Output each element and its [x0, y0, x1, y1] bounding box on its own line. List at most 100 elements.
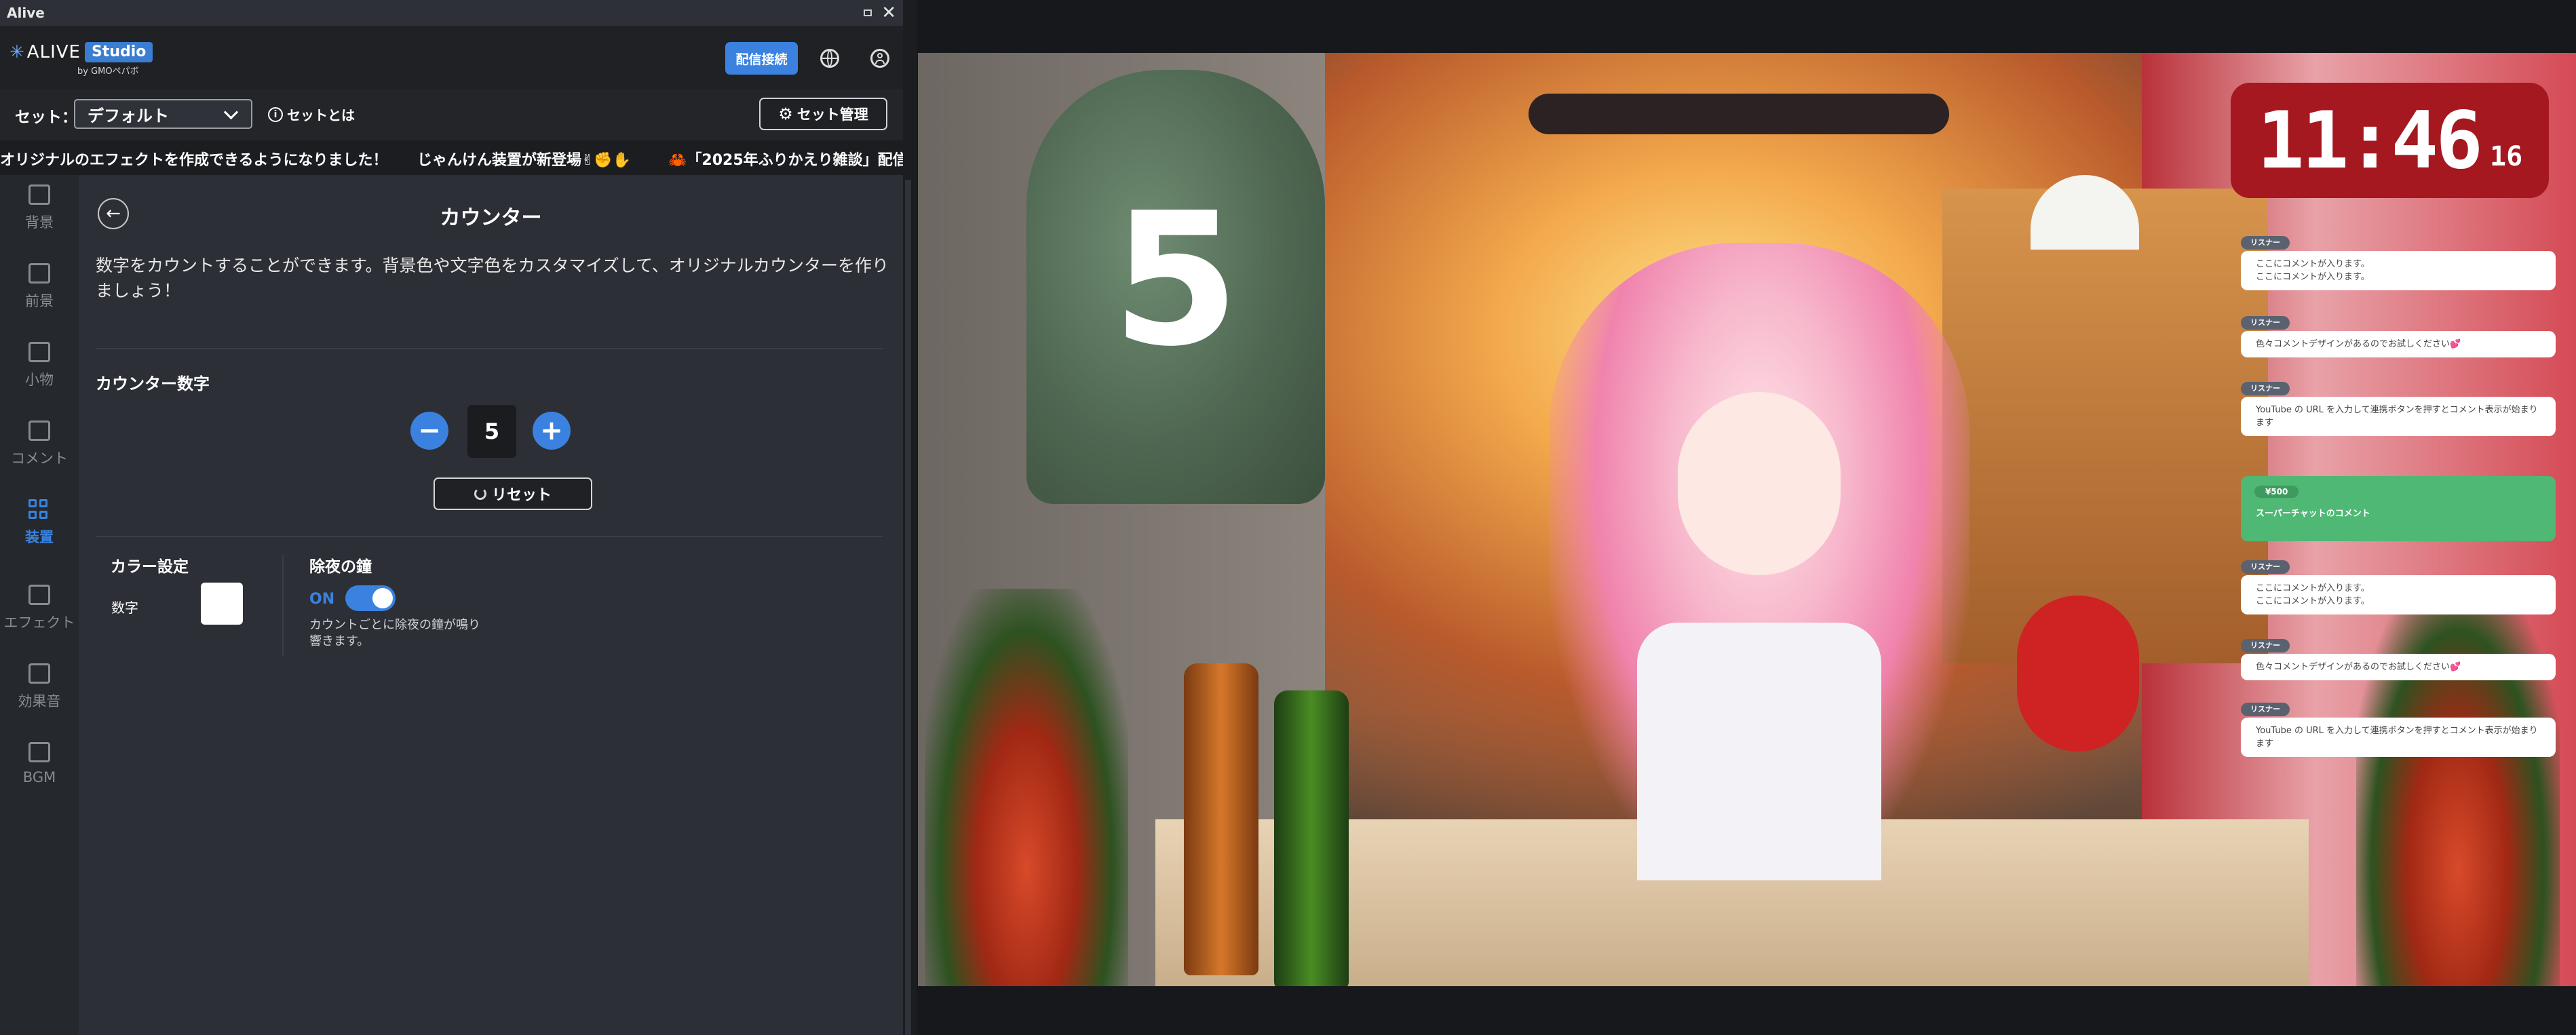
- image-icon: [28, 184, 50, 205]
- sidebar-item-bgm[interactable]: BGM: [0, 733, 79, 800]
- set-manage-button[interactable]: ⚙ セット管理: [759, 98, 887, 130]
- scrollbar[interactable]: [905, 180, 911, 1035]
- sidebar-item-label: エフェクト: [3, 614, 75, 631]
- logo-studio: Studio: [84, 42, 153, 62]
- sidebar-item-label: 装置: [25, 529, 54, 545]
- kadomatsu-decoration: [925, 589, 1128, 986]
- avatar-body: [1637, 623, 1881, 880]
- comment-text: YouTube の URL を入力して連携ボタンを押すとコメント表示が始まります: [2241, 718, 2556, 757]
- app-logo: ✳ ALIVE Studio by GMOペパボ: [9, 42, 153, 77]
- comment-author-tag: リスナー: [2241, 703, 2290, 716]
- stream-preview: 5 11:46 16 リスナー ここにコメントが入ります。 ここにコメントが入り…: [918, 53, 2576, 986]
- panel-divider[interactable]: [903, 0, 917, 1035]
- sidebar-item-sound-effects[interactable]: 効果音: [0, 654, 79, 722]
- digital-clock[interactable]: 11:46 16: [2231, 83, 2549, 198]
- arrow-left-icon: ←: [106, 203, 121, 224]
- sidebar-item-label: BGM: [22, 769, 56, 785]
- decrement-button[interactable]: −: [410, 412, 448, 450]
- avatar-character: [1549, 243, 1969, 880]
- set-select-value: デフォルト: [88, 106, 169, 125]
- comment-author-tag: リスナー: [2241, 236, 2290, 250]
- logo-brand: ALIVE: [26, 42, 81, 62]
- divider: [96, 536, 883, 537]
- superchat-amount: ¥500: [2254, 486, 2299, 498]
- restore-window-icon[interactable]: [864, 9, 872, 16]
- avatar-face: [1678, 392, 1841, 575]
- scene-folding-screen: [1942, 189, 2268, 663]
- sake-bottle: [1274, 690, 1349, 986]
- set-bar: セット： デフォルト i セットとは ⚙ セット管理: [0, 89, 903, 140]
- ticker-item[interactable]: 🦀「2025年ふりかえり雑談」配信で: [668, 148, 903, 170]
- gear-icon: ⚙: [778, 104, 793, 123]
- effect-icon: [28, 585, 50, 605]
- ticker-item[interactable]: じゃんけん装置が新登場✌✊✋: [417, 148, 631, 170]
- sidebar-item-comments[interactable]: コメント: [0, 411, 79, 479]
- comment-author-tag: リスナー: [2241, 560, 2290, 574]
- comment-text: 色々コメントデザインがあるのでお試しください💕: [2241, 654, 2556, 680]
- comment-icon: [28, 421, 50, 441]
- bell-toggle-state: ON: [309, 591, 335, 608]
- counter-description: 数字をカウントすることができます。背景色や文字色をカスタマイズして、オリジナルカ…: [96, 256, 889, 300]
- reset-button[interactable]: リセット: [434, 477, 592, 510]
- set-label: セット：: [15, 109, 77, 126]
- page-title: カウンター: [440, 206, 542, 230]
- news-ticker[interactable]: オリジナルのエフェクトを作成できるようになりました！ じゃんけん装置が新登場✌✊…: [0, 140, 903, 175]
- sidebar-item-label: 効果音: [18, 693, 61, 709]
- bell-toggle-switch[interactable]: [345, 585, 396, 611]
- logo-by: by GMOペパボ: [77, 66, 139, 77]
- widgets-icon: [28, 499, 50, 520]
- category-sidebar: 背景 前景 小物 コメント 装置 エフェクト 効果音 BGM: [0, 175, 79, 1035]
- counter-settings-panel: カウンター ← 数字をカウントすることができます。背景色や文字色をカスタマイズし…: [79, 175, 903, 1035]
- set-info-label: セットとは: [287, 107, 355, 123]
- stream-connect-button[interactable]: 配信接続: [725, 42, 798, 75]
- sidebar-item-label: 小物: [25, 372, 54, 388]
- bell-setting-title: 除夜の鐘: [309, 558, 372, 576]
- scene-ceiling-fan: [1529, 94, 1949, 134]
- reset-icon: [474, 488, 486, 500]
- sidebar-item-widgets[interactable]: 装置: [0, 490, 79, 558]
- comment-author-tag: リスナー: [2241, 382, 2290, 395]
- chevron-down-icon: [223, 104, 239, 120]
- app-header: ✳ ALIVE Studio by GMOペパボ 配信接続: [0, 26, 903, 89]
- set-select[interactable]: デフォルト: [74, 99, 252, 129]
- set-info-link[interactable]: i セットとは: [268, 104, 355, 124]
- color-settings-title: カラー設定: [111, 558, 189, 576]
- control-panel: ✳ ALIVE Studio by GMOペパボ 配信接続 セット： デフォルト…: [0, 26, 903, 1035]
- close-window-icon[interactable]: ✕: [881, 4, 896, 22]
- toggle-knob: [372, 588, 393, 608]
- sidebar-item-effects[interactable]: エフェクト: [0, 575, 79, 643]
- vertical-divider: [282, 555, 284, 657]
- language-globe-icon[interactable]: [820, 49, 839, 68]
- comment-text: ここにコメントが入ります。 ここにコメントが入ります。: [2241, 251, 2556, 290]
- account-icon[interactable]: [870, 49, 889, 68]
- sound-icon: [28, 663, 50, 684]
- comment-text: ここにコメントが入ります。 ここにコメントが入ります。: [2241, 575, 2556, 614]
- set-manage-label: セット管理: [796, 106, 868, 123]
- sidebar-item-label: 背景: [25, 214, 54, 231]
- increment-button[interactable]: +: [533, 412, 571, 450]
- bell-description: カウントごとに除夜の鐘が鳴り響きます。: [309, 618, 480, 648]
- comment-text: 色々コメントデザインがあるのでお試しください💕: [2241, 331, 2556, 357]
- daruma-doll: [2017, 595, 2139, 751]
- logo-star-icon: ✳: [9, 42, 24, 62]
- ticker-item[interactable]: オリジナルのエフェクトを作成できるようになりました！: [0, 148, 388, 170]
- scene-lamp: [2031, 175, 2139, 250]
- clock-seconds: 16: [2490, 141, 2523, 172]
- divider: [96, 348, 883, 349]
- sidebar-item-props[interactable]: 小物: [0, 332, 79, 400]
- clock-time: 11:46: [2256, 94, 2483, 187]
- sidebar-item-background[interactable]: 背景: [0, 175, 79, 243]
- number-color-label: 数字: [111, 600, 138, 616]
- comment-text: YouTube の URL を入力して連携ボタンを押すとコメント表示が始まります: [2241, 397, 2556, 436]
- number-color-swatch[interactable]: [201, 583, 243, 625]
- sidebar-item-foreground[interactable]: 前景: [0, 254, 79, 321]
- comment-author-tag: リスナー: [2241, 639, 2290, 652]
- window-titlebar: Alive ✕: [0, 0, 903, 26]
- bell-counter-number[interactable]: 5: [1026, 189, 1325, 372]
- counter-value: 5: [467, 405, 516, 458]
- back-button[interactable]: ←: [98, 198, 129, 229]
- bgm-icon: [28, 742, 50, 762]
- sidebar-item-label: コメント: [11, 450, 68, 467]
- info-icon: i: [268, 106, 283, 122]
- sidebar-item-label: 前景: [25, 293, 54, 309]
